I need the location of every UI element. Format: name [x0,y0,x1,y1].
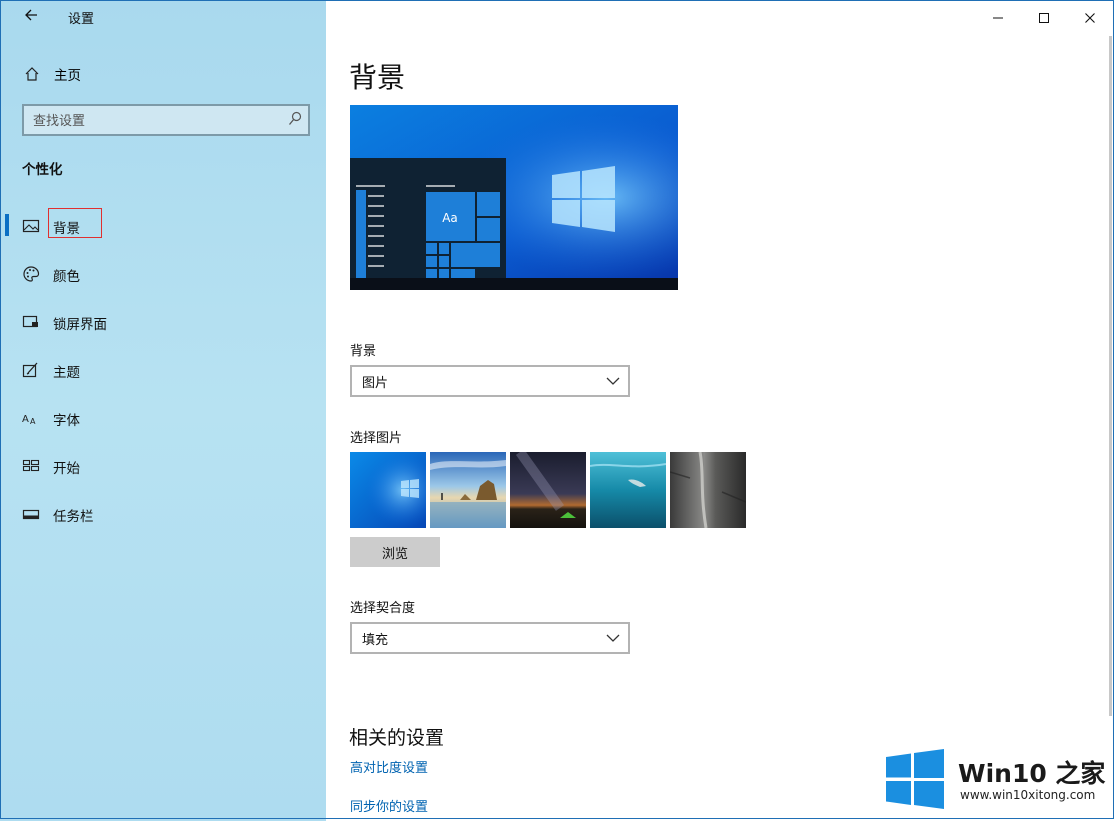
scrollbar[interactable] [1109,36,1112,716]
home-label: 主页 [54,68,81,84]
sidebar-item-label: 锁屏界面 [53,317,107,333]
thumbnail-windows-blue[interactable] [350,452,426,528]
section-title: 个性化 [22,162,63,178]
sidebar-item-lock-screen[interactable]: 锁屏界面 [0,298,326,346]
sidebar-item-themes[interactable]: 主题 [0,346,326,394]
search-box[interactable] [22,104,310,136]
thumbnail-beach-rocks[interactable] [430,452,506,528]
back-button[interactable] [20,6,42,28]
sidebar-item-label: 主题 [53,365,80,381]
taskbar-icon [22,509,40,520]
underwater-wallpaper-image [590,452,666,528]
page-title: 背景 [349,61,406,94]
sidebar-item-label: 颜色 [53,269,80,285]
maximize-icon [1039,13,1049,23]
night-sky-wallpaper-image [510,452,586,528]
sidebar-item-colors[interactable]: 颜色 [0,250,326,298]
windows-wallpaper-image [350,452,426,528]
preview-tile-text: Aa [442,211,458,225]
picture-icon [22,219,40,233]
high-contrast-link[interactable]: 高对比度设置 [350,757,428,776]
close-icon [1085,13,1095,23]
fit-label: 选择契合度 [350,601,416,616]
chevron-down-icon [606,377,620,385]
watermark-url: www.win10xitong.com [960,788,1096,802]
red-highlight-box [48,208,102,238]
watermark: Win10 之家 www.win10xitong.com [884,748,1110,810]
nav-list: 背景 颜色 锁屏界面 主题 AA 字体 开始 任务栏 [0,202,326,538]
home-nav-item[interactable]: 主页 [22,64,81,84]
background-preview: Aa [350,105,678,290]
sidebar-item-fonts[interactable]: AA 字体 [0,394,326,442]
search-icon[interactable] [288,111,302,127]
sidebar-item-label: 字体 [53,413,80,429]
lock-screen-icon [22,315,38,328]
svg-text:A: A [22,414,29,425]
arrow-left-icon [25,9,37,21]
minimize-icon [993,17,1003,19]
sidebar-item-label: 任务栏 [53,509,94,525]
desktop-preview-image: Aa [350,105,678,290]
sync-settings-link[interactable]: 同步你的设置 [350,796,428,815]
windows-logo-icon [886,749,944,809]
selection-indicator [5,214,9,236]
sidebar-item-label: 开始 [53,461,80,477]
thumbnail-underwater[interactable] [590,452,666,528]
sidebar-item-start[interactable]: 开始 [0,442,326,490]
close-button[interactable] [1067,4,1113,32]
font-icon: AA [22,414,36,426]
thumbnail-rock-cliff[interactable] [670,452,746,528]
home-icon [25,67,39,81]
maximize-button[interactable] [1021,4,1067,32]
browse-button[interactable]: 浏览 [350,537,440,567]
picture-thumbnails [350,452,746,528]
theme-icon [22,362,38,378]
thumbnail-night-sky[interactable] [510,452,586,528]
background-type-dropdown[interactable]: 图片 [350,365,630,397]
palette-icon [23,266,40,282]
background-type-value: 图片 [362,375,389,391]
choose-picture-label: 选择图片 [350,431,403,446]
search-input[interactable] [24,106,285,136]
background-label: 背景 [350,344,377,359]
fit-dropdown[interactable]: 填充 [350,622,630,654]
fit-value: 填充 [362,632,389,648]
sidebar: 设置 主页 个性化 背景 颜色 锁屏界面 主题 AA 字体 [0,0,326,821]
chevron-down-icon [606,634,620,642]
svg-text:A: A [30,417,36,426]
app-title: 设置 [68,12,95,27]
cliff-wallpaper-image [670,452,746,528]
sidebar-item-background[interactable]: 背景 [0,202,326,250]
start-icon [22,459,40,472]
related-settings-title: 相关的设置 [349,727,445,749]
watermark-brand: Win10 之家 [958,759,1106,788]
beach-wallpaper-image [430,452,506,528]
minimize-button[interactable] [975,4,1021,32]
sidebar-item-taskbar[interactable]: 任务栏 [0,490,326,538]
